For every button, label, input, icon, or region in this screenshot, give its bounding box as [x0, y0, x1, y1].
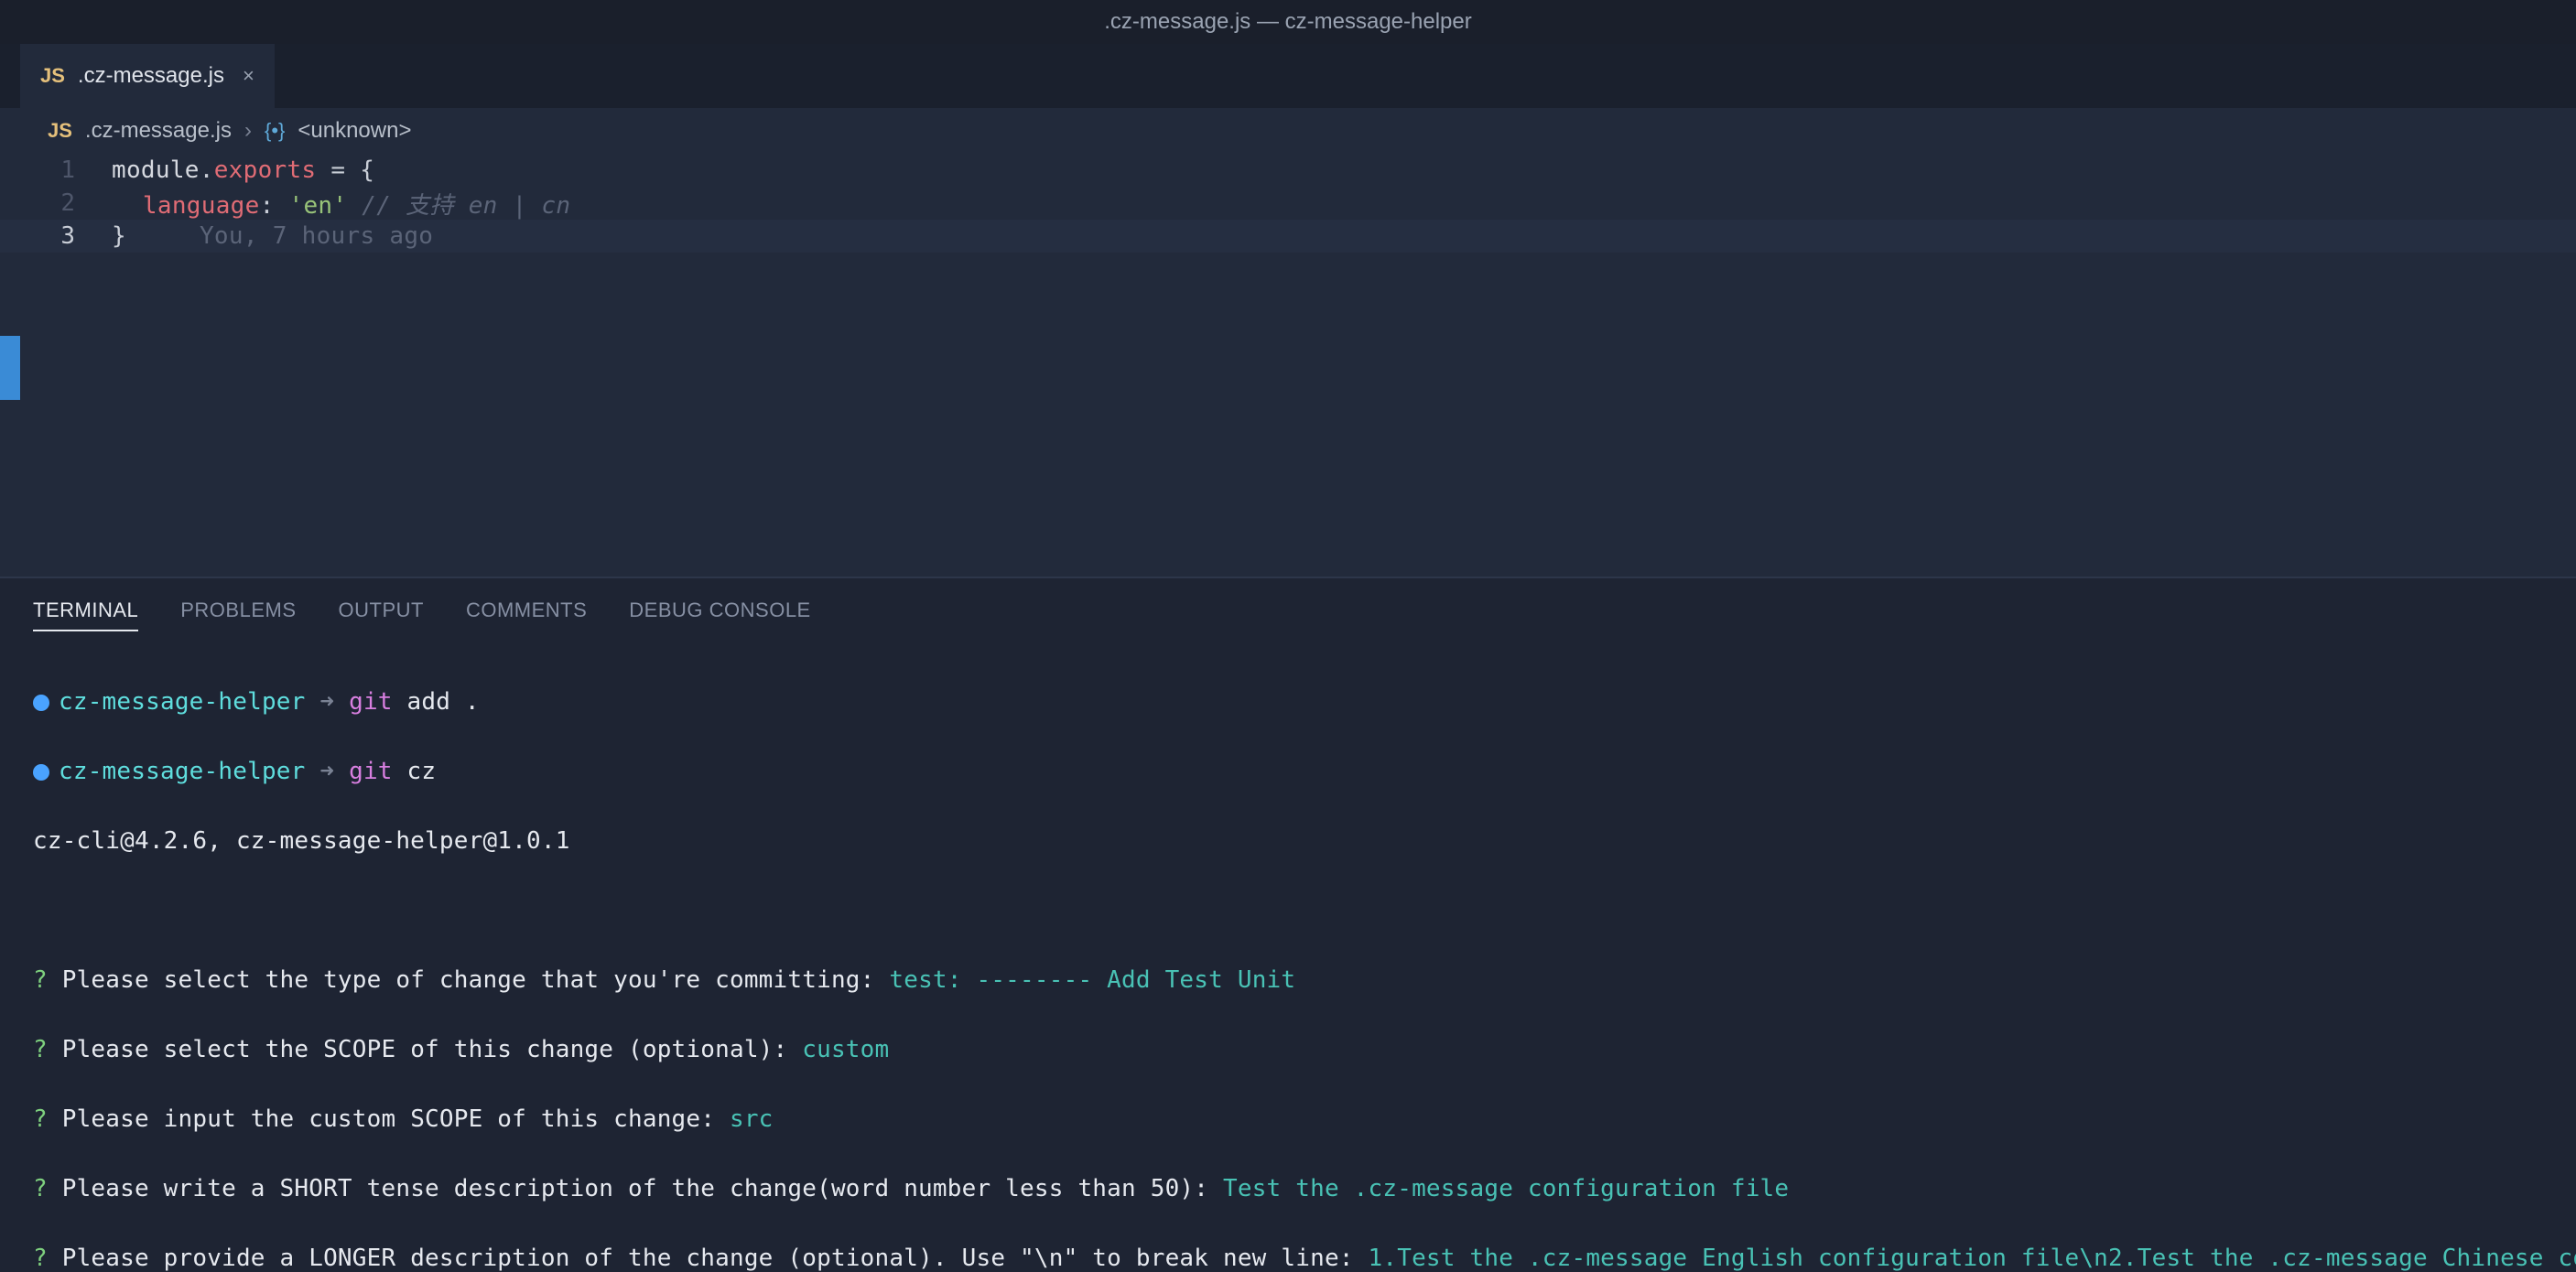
tab-label: .cz-message.js [78, 63, 224, 89]
line-number: 2 [0, 189, 112, 217]
panel-tabs: TERMINAL PROBLEMS OUTPUT COMMENTS DEBUG … [0, 578, 2576, 642]
breadcrumb-symbol[interactable]: <unknown> [298, 118, 411, 144]
prompt-status-icon [33, 764, 49, 781]
tab-cz-message-js[interactable]: JS .cz-message.js × [20, 44, 275, 108]
tab-debug-console[interactable]: DEBUG CONSOLE [629, 598, 810, 631]
editor-tabs: JS .cz-message.js × [0, 44, 2576, 108]
tab-terminal[interactable]: TERMINAL [33, 598, 138, 631]
terminal-line: ? Please select the SCOPE of this change… [33, 1032, 2543, 1067]
terminal-line [33, 893, 2543, 928]
close-icon[interactable]: × [243, 64, 254, 88]
code-content[interactable]: module.exports = { [112, 156, 374, 184]
terminal-line: ? Please write a SHORT tense description… [33, 1171, 2543, 1206]
line-number: 3 [0, 222, 112, 250]
prompt-status-icon [33, 695, 49, 711]
tab-problems[interactable]: PROBLEMS [180, 598, 296, 631]
symbol-object-icon: {•} [265, 119, 285, 143]
terminal-line: cz-cli@4.2.6, cz-message-helper@1.0.1 [33, 824, 2543, 858]
code-line: 1 module.exports = { [0, 154, 2576, 187]
terminal-line: ? Please select the type of change that … [33, 963, 2543, 997]
overview-ruler-marker [0, 336, 20, 400]
terminal-line: ? Please provide a LONGER description of… [33, 1241, 2543, 1272]
tab-comments[interactable]: COMMENTS [466, 598, 587, 631]
terminal-line: cz-message-helper ➜ git cz [33, 754, 2543, 789]
js-file-icon: JS [40, 64, 65, 88]
window-title: .cz-message.js — cz-message-helper [1104, 9, 1471, 35]
window-titlebar: .cz-message.js — cz-message-helper [0, 0, 2576, 44]
code-content[interactable]: language: 'en' // 支持 en | cn [112, 187, 570, 221]
chevron-right-icon: › [244, 118, 252, 144]
tab-output[interactable]: OUTPUT [339, 598, 424, 631]
line-number: 1 [0, 156, 112, 184]
terminal[interactable]: cz-message-helper ➜ git add . cz-message… [0, 642, 2576, 1272]
terminal-line: ? Please input the custom SCOPE of this … [33, 1102, 2543, 1137]
git-blame-annotation: You, 7 hours ago [200, 222, 433, 250]
code-content[interactable]: }You, 7 hours ago [112, 222, 433, 250]
code-line: 3 }You, 7 hours ago [0, 220, 2576, 253]
terminal-line: cz-message-helper ➜ git add . [33, 685, 2543, 719]
bottom-panel: TERMINAL PROBLEMS OUTPUT COMMENTS DEBUG … [0, 577, 2576, 1272]
js-file-icon: JS [48, 119, 72, 143]
code-line: 2 language: 'en' // 支持 en | cn [0, 187, 2576, 220]
breadcrumb-file[interactable]: .cz-message.js [85, 118, 232, 144]
breadcrumb[interactable]: JS .cz-message.js › {•} <unknown> [0, 108, 2576, 154]
editor[interactable]: 1 module.exports = { 2 language: 'en' //… [0, 154, 2576, 577]
